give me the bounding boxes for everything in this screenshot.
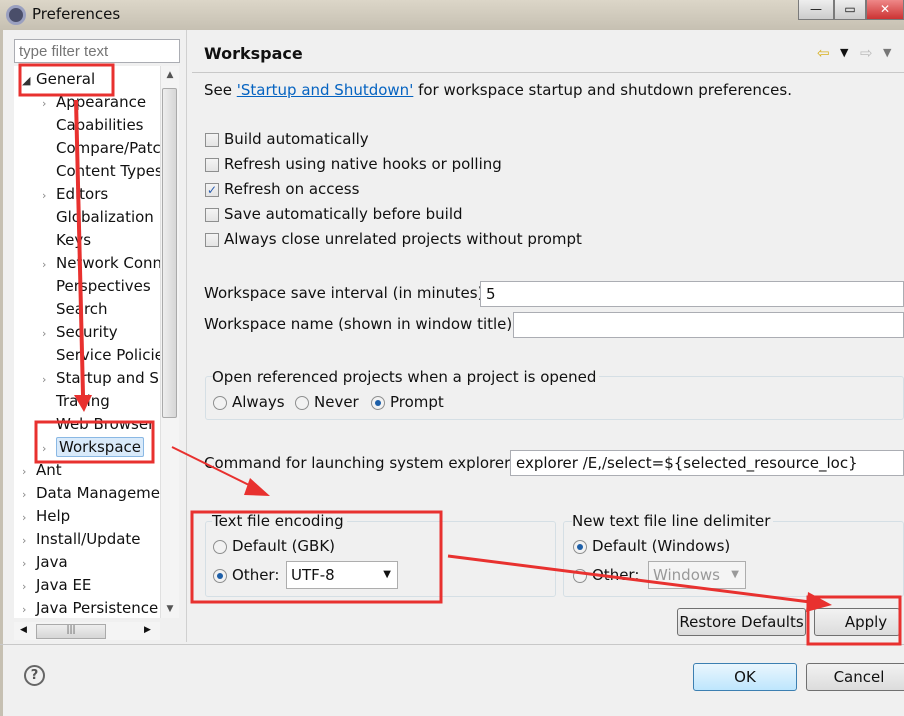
annotation-arrow-line	[74, 99, 85, 396]
annotation-arrow-line	[447, 554, 811, 604]
annotation-arrowhead	[244, 478, 270, 496]
annotation-arrowhead	[74, 395, 92, 412]
annotation-overlay	[18, 63, 902, 646]
annotation-box-workspace	[34, 420, 155, 464]
annotation-box-encoding	[190, 510, 443, 604]
annotation-box-general	[18, 63, 115, 97]
annotation-arrowhead	[806, 592, 832, 612]
annotation-arrow-line	[171, 446, 256, 489]
